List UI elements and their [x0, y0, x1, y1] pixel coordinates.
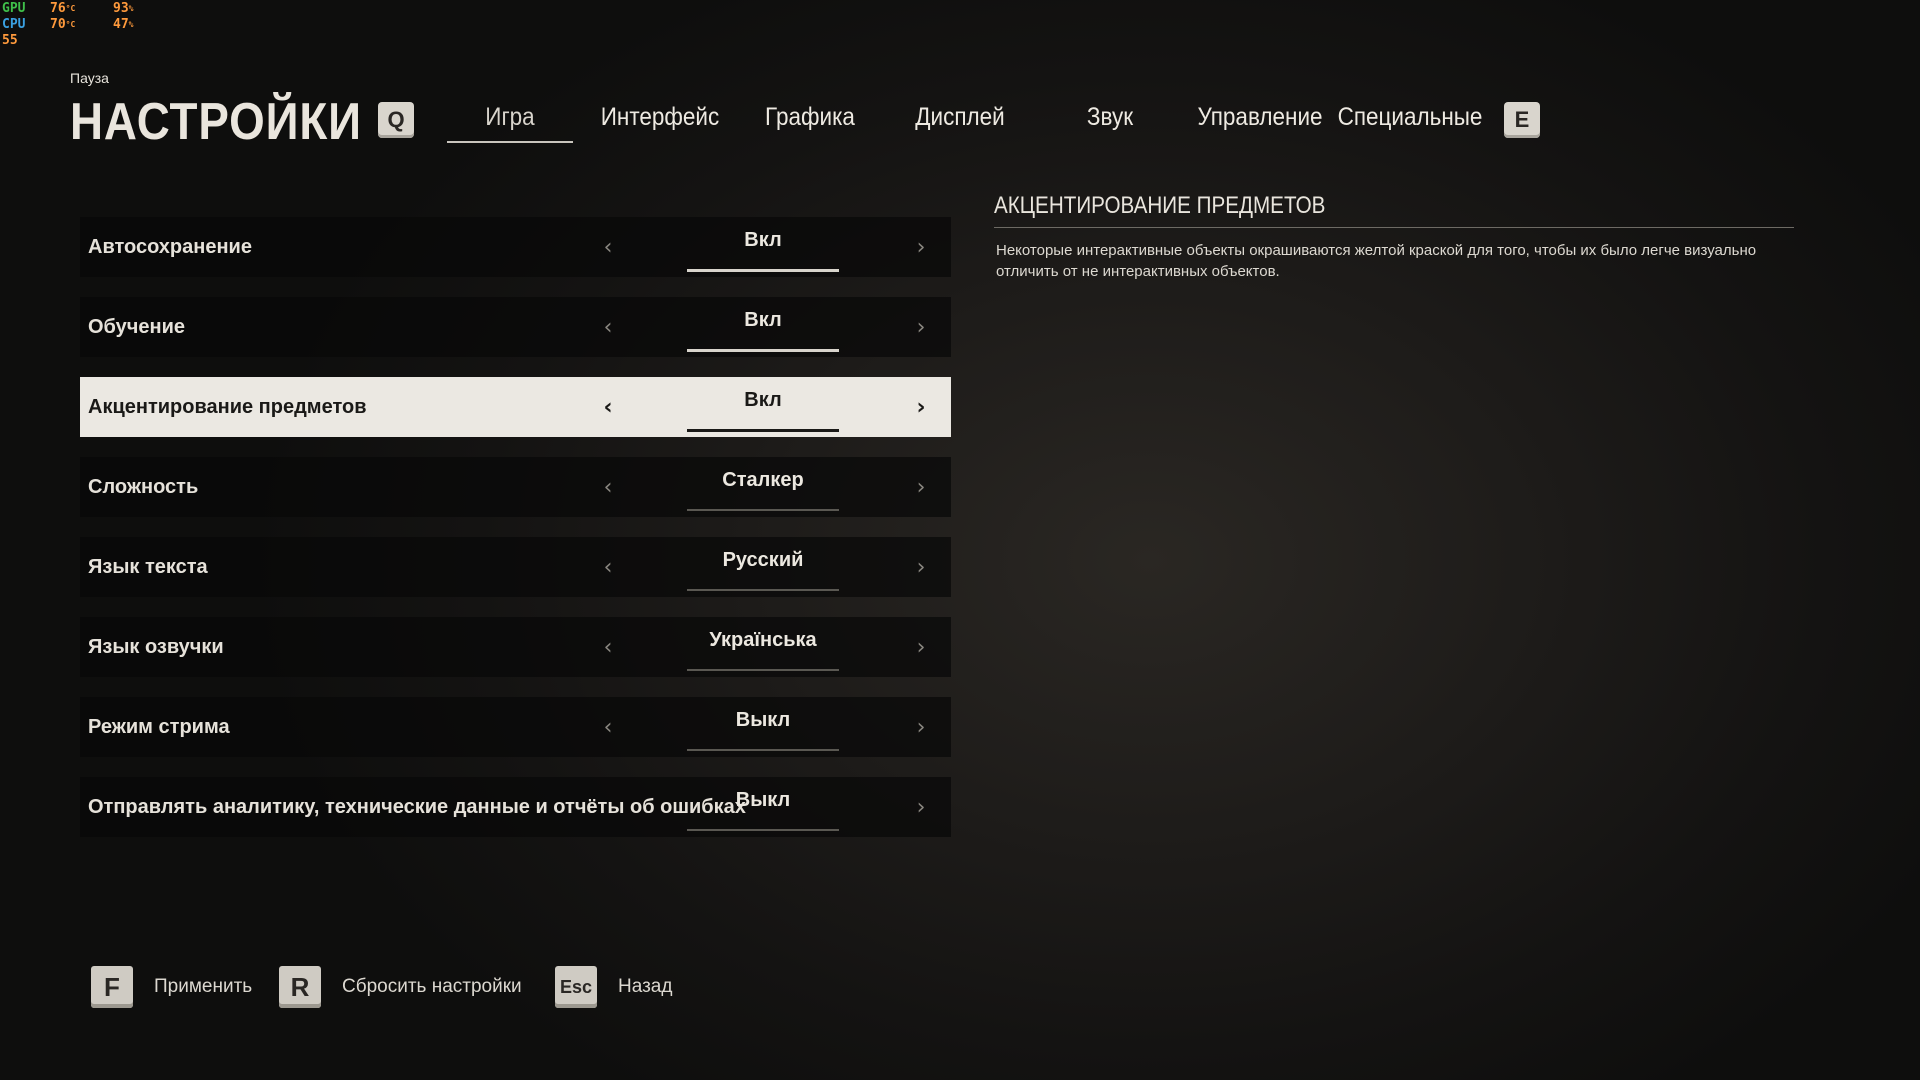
tab-graphics[interactable]: Графика [747, 95, 873, 139]
reset-key-button[interactable]: R [279, 966, 321, 1008]
page-title: НАСТРОЙКИ [70, 93, 362, 151]
setting-value: Вкл [744, 309, 782, 331]
chevron-left-icon[interactable]: ‹ [594, 713, 622, 741]
tab-display-label: Дисплей [915, 102, 1005, 131]
gpu-stats: GPU 76°C 93% [2, 1, 133, 17]
value-indicator [687, 829, 839, 831]
setting-value: Выкл [735, 709, 791, 731]
setting-label: Акцентирование предметов [88, 395, 367, 418]
prev-tab-key-button[interactable]: Q [378, 102, 414, 138]
value-indicator [687, 429, 839, 432]
setting-analytics[interactable]: Отправлять аналитику, технические данные… [80, 777, 951, 837]
gpu-temp: 76 [50, 1, 66, 16]
chevron-right-icon[interactable]: › [907, 393, 935, 421]
tab-game-label: Игра [485, 102, 535, 131]
apply-key-button[interactable]: F [91, 966, 133, 1008]
value-indicator [687, 349, 839, 352]
chevron-left-icon[interactable]: ‹ [594, 313, 622, 341]
chevron-left-icon[interactable]: ‹ [594, 633, 622, 661]
chevron-right-icon[interactable]: › [907, 713, 935, 741]
setting-value: Сталкер [722, 469, 804, 491]
setting-value: Русский [722, 549, 804, 571]
chevron-left-icon[interactable]: ‹ [594, 473, 622, 501]
value-indicator [687, 269, 839, 272]
reset-settings-button[interactable]: Сбросить настройки [342, 976, 522, 998]
tab-controls[interactable]: Управление [1197, 95, 1323, 139]
value-indicator [687, 669, 839, 671]
value-indicator [687, 749, 839, 751]
tab-interface-label: Интерфейс [600, 102, 720, 131]
chevron-right-icon[interactable]: › [907, 633, 935, 661]
fps-counter: 55 [2, 33, 18, 48]
setting-difficulty[interactable]: Сложность ‹ Сталкер › [80, 457, 951, 517]
tab-display[interactable]: Дисплей [897, 95, 1023, 139]
setting-label: Обучение [88, 315, 186, 338]
setting-voice-language[interactable]: Язык озвучки ‹ Українська › [80, 617, 951, 677]
cpu-temp: 70 [50, 17, 66, 32]
setting-label: Сложность [88, 475, 199, 498]
chevron-left-icon[interactable]: ‹ [594, 393, 622, 421]
tab-accessibility-label: Специальные [1337, 102, 1483, 131]
description-divider [994, 227, 1794, 228]
chevron-left-icon[interactable]: ‹ [594, 233, 622, 261]
chevron-right-icon[interactable]: › [907, 793, 935, 821]
chevron-right-icon[interactable]: › [907, 313, 935, 341]
cpu-label: CPU [2, 17, 26, 32]
chevron-right-icon[interactable]: › [907, 233, 935, 261]
setting-label: Язык текста [88, 555, 208, 578]
breadcrumb-pause: Пауза [70, 70, 109, 86]
description-text: Некоторые интерактивные объекты окрашива… [996, 242, 1757, 280]
tab-game[interactable]: Игра [447, 95, 573, 143]
setting-tutorial[interactable]: Обучение ‹ Вкл › [80, 297, 951, 357]
setting-value: Вкл [744, 389, 782, 411]
setting-label: Режим стрима [88, 715, 230, 738]
chevron-left-icon[interactable]: ‹ [594, 553, 622, 581]
description-title: АКЦЕНТИРОВАНИЕ ПРЕДМЕТОВ [994, 192, 1326, 219]
chevron-right-icon[interactable]: › [907, 553, 935, 581]
cpu-temp-unit: °C [65, 20, 76, 29]
tab-graphics-label: Графика [765, 102, 855, 131]
cpu-load: 47 [113, 17, 129, 32]
setting-text-language[interactable]: Язык текста ‹ Русский › [80, 537, 951, 597]
tab-sound-label: Звук [1086, 102, 1134, 131]
value-indicator [687, 509, 839, 511]
cpu-stats: CPU 70°C 47% [2, 17, 133, 33]
setting-item-highlighting[interactable]: Акцентирование предметов ‹ Вкл › [80, 377, 951, 437]
setting-label: Автосохранение [88, 235, 252, 258]
gpu-load: 93 [113, 1, 129, 16]
cpu-load-unit: % [128, 20, 134, 29]
tab-interface[interactable]: Интерфейс [597, 95, 723, 139]
performance-overlay: GPU 76°C 93% CPU 70°C 47% 55 [2, 1, 133, 49]
setting-stream-mode[interactable]: Режим стрима ‹ Выкл › [80, 697, 951, 757]
setting-label: Язык озвучки [88, 635, 224, 658]
setting-label: Отправлять аналитику, технические данные… [88, 795, 746, 818]
tab-sound[interactable]: Звук [1047, 95, 1173, 139]
gpu-temp-unit: °C [65, 4, 76, 13]
setting-autosave[interactable]: Автосохранение ‹ Вкл › [80, 217, 951, 277]
setting-value: Українська [709, 629, 817, 651]
gpu-label: GPU [2, 1, 26, 16]
setting-value: Вкл [744, 229, 782, 251]
tab-accessibility[interactable]: Специальные [1338, 95, 1483, 139]
back-key-button[interactable]: Esc [555, 966, 597, 1008]
setting-value: Выкл [735, 789, 791, 811]
value-indicator [687, 589, 839, 591]
tab-controls-label: Управление [1197, 102, 1323, 131]
apply-button[interactable]: Применить [154, 976, 252, 998]
chevron-right-icon[interactable]: › [907, 473, 935, 501]
active-tab-indicator [447, 141, 573, 143]
next-tab-key-button[interactable]: E [1504, 102, 1540, 138]
back-button[interactable]: Назад [618, 976, 672, 998]
gpu-load-unit: % [128, 4, 134, 13]
